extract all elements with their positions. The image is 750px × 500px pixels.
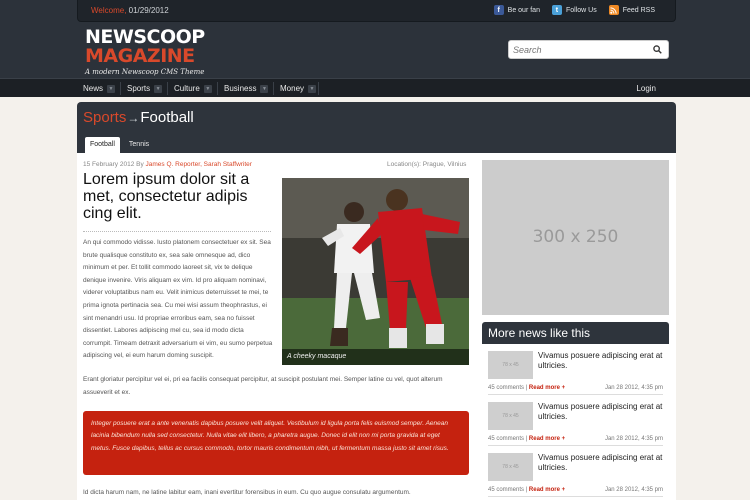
news-meta: 45 comments | Read more + Jan 28 2012, 4… bbox=[488, 385, 663, 391]
article-location: Location(s): Prague, Vilnius bbox=[387, 161, 467, 168]
nav-item-business[interactable]: Business ▼ bbox=[218, 79, 269, 98]
welcome-text: Welcome, 01/29/2012 bbox=[91, 6, 169, 15]
comment-count[interactable]: 45 comments | bbox=[488, 385, 527, 391]
site-header: Welcome, 01/29/2012 f Be our fan t Follo… bbox=[0, 0, 750, 97]
nav-item-money[interactable]: Money ▼ bbox=[274, 79, 317, 98]
arrow-right-icon: → bbox=[127, 110, 140, 125]
news-title-link[interactable]: Vivamus posuere adipiscing erat at ultri… bbox=[538, 453, 663, 473]
chevron-down-icon: ▼ bbox=[154, 84, 163, 93]
pull-quote: Integer posuere erat a ante venenatis da… bbox=[83, 411, 469, 475]
search-box bbox=[508, 40, 669, 59]
divider bbox=[488, 496, 663, 497]
search-icon[interactable] bbox=[653, 45, 662, 54]
divider bbox=[488, 445, 663, 446]
search-input[interactable] bbox=[513, 43, 643, 57]
list-item: 78 x 45 Vivamus posuere adipiscing erat … bbox=[488, 348, 663, 395]
twitter-link[interactable]: t Follow Us bbox=[551, 5, 597, 15]
football-photo-image bbox=[282, 178, 469, 365]
facebook-icon: f bbox=[493, 5, 504, 15]
news-date: Jan 28 2012, 4:35 pm bbox=[604, 487, 663, 493]
news-meta: 45 comments | Read more + Jan 28 2012, 4… bbox=[488, 436, 663, 442]
breadcrumb-sports[interactable]: Sports bbox=[83, 109, 126, 126]
list-item: 78 x 45 Vivamus posuere adipiscing erat … bbox=[488, 399, 663, 446]
chevron-down-icon: ▼ bbox=[107, 84, 116, 93]
chevron-down-icon: ▼ bbox=[308, 84, 317, 93]
comment-count[interactable]: 45 comments | bbox=[488, 436, 527, 442]
nav-item-culture[interactable]: Culture ▼ bbox=[168, 79, 212, 98]
main-nav: News ▼ Sports ▼ Culture ▼ Business ▼ Mon… bbox=[0, 78, 750, 97]
twitter-icon: t bbox=[551, 5, 562, 15]
tab-tennis[interactable]: Tennis bbox=[124, 137, 154, 153]
tab-football[interactable]: Football bbox=[85, 137, 120, 153]
article-headline: Lorem ipsum dolor sit a met, consectetur… bbox=[83, 171, 250, 222]
breadcrumb-football: Football bbox=[140, 109, 194, 126]
rss-link[interactable]: Feed RSS bbox=[608, 5, 655, 15]
news-title-link[interactable]: Vivamus posuere adipiscing erat at ultri… bbox=[538, 402, 663, 422]
ad-size-label: 300 x 250 bbox=[532, 227, 619, 247]
read-more-link[interactable]: Read more + bbox=[529, 487, 565, 493]
article-photo[interactable]: A cheeky macaque bbox=[282, 178, 469, 365]
login-link[interactable]: Login bbox=[636, 79, 656, 98]
section-tabs: Football Tennis bbox=[85, 137, 154, 153]
news-title-link[interactable]: Vivamus posuere adipiscing erat at ultri… bbox=[538, 351, 663, 371]
news-meta: 45 comments | Read more + Jan 28 2012, 4… bbox=[488, 487, 663, 493]
ad-placeholder[interactable]: 300 x 250 bbox=[482, 160, 669, 315]
site-logo[interactable]: NEWSCOOP MAGAZINE A modern Newscoop CMS … bbox=[85, 28, 205, 77]
more-news-title: More news like this bbox=[482, 322, 669, 344]
read-more-link[interactable]: Read more + bbox=[529, 385, 565, 391]
nav-item-sports[interactable]: Sports ▼ bbox=[121, 79, 163, 98]
article-body-paragraph: Id dicta harum nam, ne latine labitur ea… bbox=[83, 489, 411, 496]
social-links: f Be our fan t Follow Us Feed RSS bbox=[493, 5, 655, 15]
article-body-paragraph: An qui commodo vidisse. Iusto platonem c… bbox=[83, 239, 273, 360]
list-item: 78 x 45 Vivamus posuere adipiscing erat … bbox=[488, 450, 663, 497]
news-thumbnail[interactable]: 78 x 45 bbox=[488, 402, 533, 430]
nav-divider bbox=[318, 82, 319, 95]
author-links[interactable]: James Q. Reporter, Sarah Staffwriter bbox=[146, 161, 252, 168]
news-thumbnail[interactable]: 78 x 45 bbox=[488, 351, 533, 379]
news-thumbnail[interactable]: 78 x 45 bbox=[488, 453, 533, 481]
photo-caption: A cheeky macaque bbox=[282, 349, 469, 365]
breadcrumb: Sports → Football bbox=[83, 109, 194, 126]
chevron-down-icon: ▼ bbox=[260, 84, 269, 93]
rss-icon bbox=[608, 5, 619, 15]
article-meta: 15 February 2012 By James Q. Reporter, S… bbox=[83, 161, 252, 168]
read-more-link[interactable]: Read more + bbox=[529, 436, 565, 442]
divider bbox=[83, 231, 271, 232]
comment-count[interactable]: 45 comments | bbox=[488, 487, 527, 493]
current-date: 01/29/2012 bbox=[128, 6, 169, 15]
top-bar: Welcome, 01/29/2012 f Be our fan t Follo… bbox=[77, 0, 676, 22]
news-date: Jan 28 2012, 4:35 pm bbox=[604, 436, 663, 442]
facebook-link[interactable]: f Be our fan bbox=[493, 5, 540, 15]
section-header: Sports → Football Football Tennis bbox=[77, 102, 676, 153]
chevron-down-icon: ▼ bbox=[203, 84, 212, 93]
article-body-paragraph: Erant gloriatur percipitur vel ei, pri e… bbox=[83, 376, 443, 396]
news-date: Jan 28 2012, 4:35 pm bbox=[604, 385, 663, 391]
nav-item-news[interactable]: News ▼ bbox=[77, 79, 116, 98]
more-news-panel: More news like this 78 x 45 Vivamus posu… bbox=[482, 322, 669, 500]
logo-tagline: A modern Newscoop CMS Theme bbox=[85, 68, 205, 76]
divider bbox=[488, 394, 663, 395]
